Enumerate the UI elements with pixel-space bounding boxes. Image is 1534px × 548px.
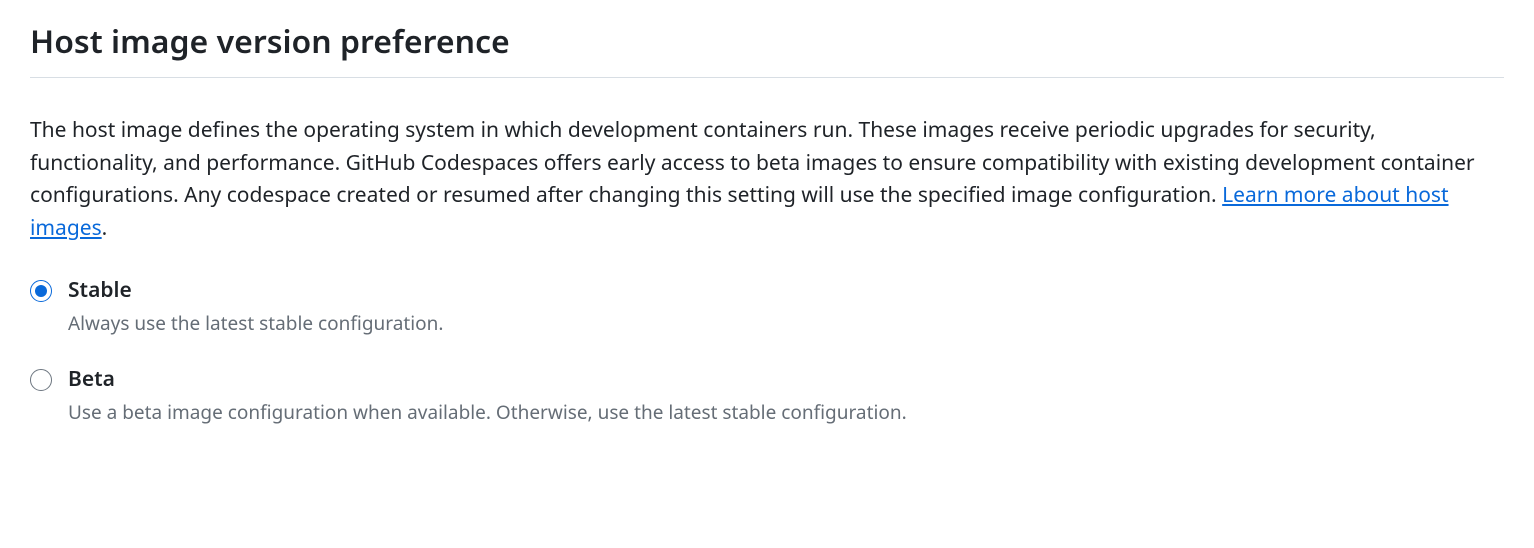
radio-content: Stable Always use the latest stable conf… <box>68 276 443 337</box>
stable-radio[interactable] <box>30 280 52 302</box>
beta-description: Use a beta image configuration when avai… <box>68 399 907 426</box>
description-period: . <box>102 214 108 242</box>
stable-label[interactable]: Stable <box>68 276 443 304</box>
radio-option-beta: Beta Use a beta image configuration when… <box>30 365 1504 426</box>
radio-group: Stable Always use the latest stable conf… <box>30 276 1504 425</box>
section-title: Host image version preference <box>30 20 1504 78</box>
beta-label[interactable]: Beta <box>68 365 907 393</box>
beta-radio[interactable] <box>30 369 52 391</box>
stable-description: Always use the latest stable configurati… <box>68 310 443 337</box>
radio-content: Beta Use a beta image configuration when… <box>68 365 907 426</box>
radio-option-stable: Stable Always use the latest stable conf… <box>30 276 1504 337</box>
section-description: The host image defines the operating sys… <box>30 114 1504 244</box>
